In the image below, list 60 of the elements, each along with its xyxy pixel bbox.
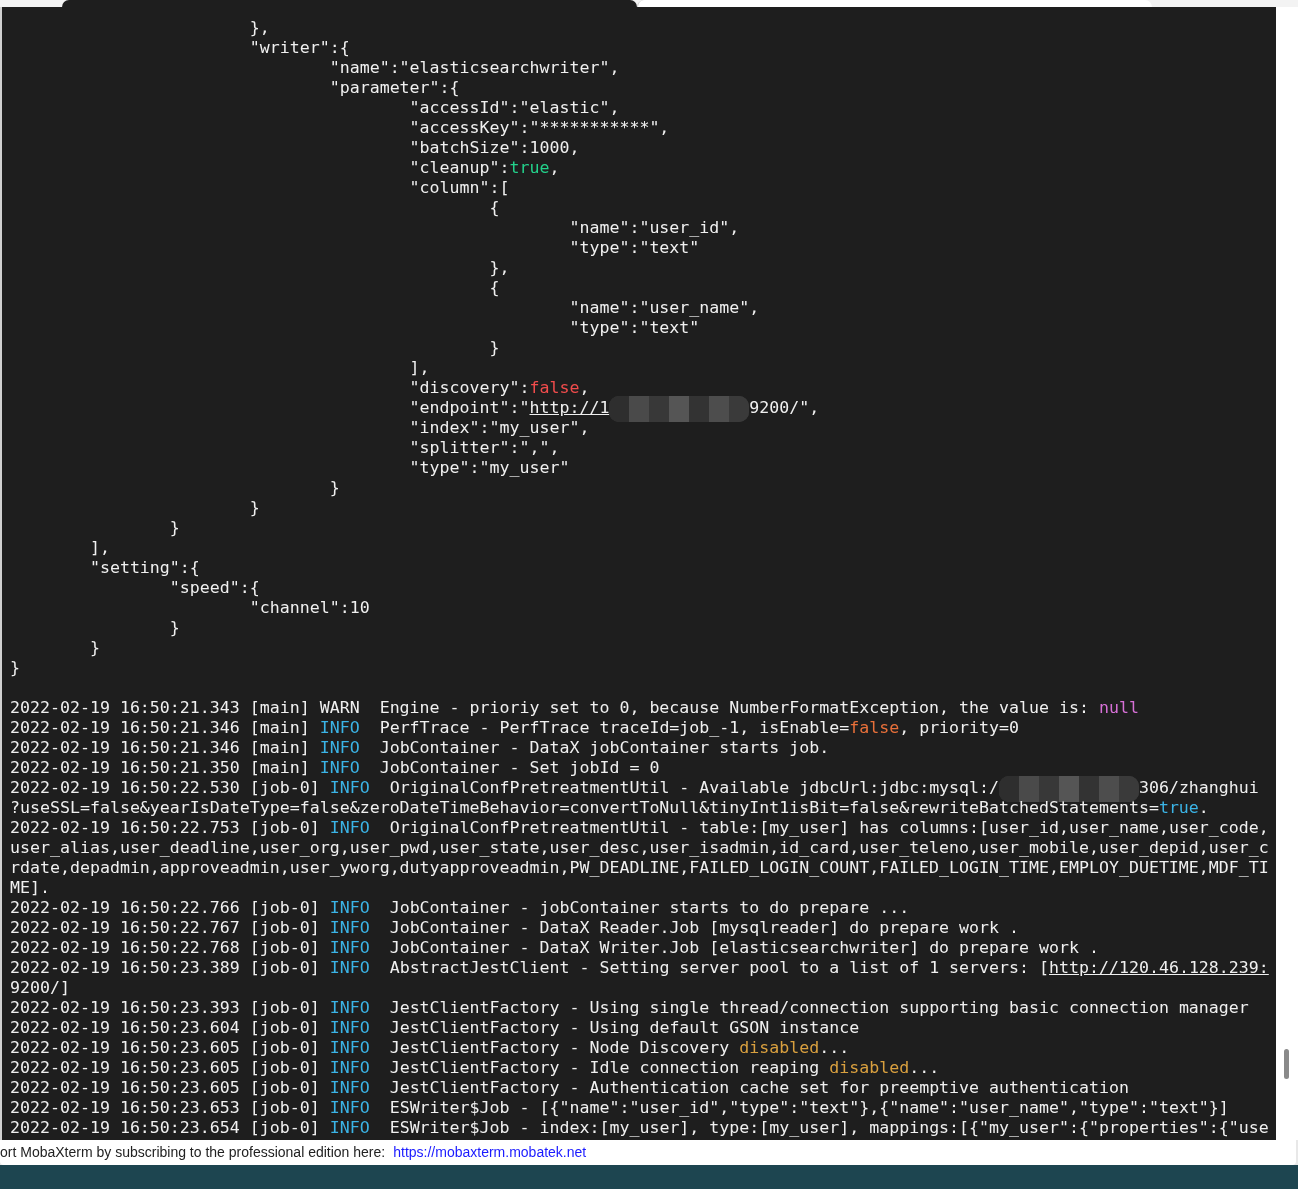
terminal-line: 2022-02-19 16:50:22.753 [job-0] INFO OriginalConfPretreatmentUtil - table:[my_user] has columns:[user_id,user_name,user_code,	[10, 818, 1269, 838]
terminal-line: "type":"text"	[568, 318, 700, 338]
terminal-line: "cleanup":true,	[408, 158, 560, 178]
url-link[interactable]: http://120.46.128.239:	[1049, 958, 1269, 977]
terminal-line: {	[488, 198, 500, 218]
terminal-line: user_alias,user_deadline,user_org,user_pwd,user_state,user_desc,user_isadmin,id_card,user_teleno,user_mobile,user_depid,user_c	[10, 838, 1269, 858]
url-link[interactable]: http://1	[529, 398, 610, 417]
terminal-line: "type":"text"	[568, 238, 700, 258]
terminal-line: ?useSSL=false&yearIsDateType=false&zeroDateTimeBehavior=convertToNull&tinyInt1isBit=false&rewriteBatchedStatements=true.	[10, 798, 1209, 818]
terminal-line: },	[488, 258, 510, 278]
terminal-line: 2022-02-19 16:50:21.346 [main] INFO PerfTrace - PerfTrace traceId=job_-1, isEnable=false, priority=0	[10, 718, 1020, 738]
terminal-line: 2022-02-19 16:50:23.605 [job-0] INFO JestClientFactory - Idle connection reaping disabled...	[10, 1058, 940, 1078]
terminal-line: }	[248, 498, 260, 518]
scrollbar-thumb[interactable]	[1284, 1049, 1289, 1079]
terminal-line: "setting":{	[88, 558, 200, 578]
promo-text: ort MobaXterm by subscribing to the professional edition here:	[0, 1143, 386, 1162]
terminal-line: "speed":{	[168, 578, 260, 598]
terminal-line: "name":"user_name",	[568, 298, 760, 318]
terminal-line: 2022-02-19 16:50:23.393 [job-0] INFO JestClientFactory - Using single thread/connection supporting basic connection manager	[10, 998, 1249, 1018]
terminal-line: },	[248, 18, 270, 38]
terminal-line: 2022-02-19 16:50:23.389 [job-0] INFO AbstractJestClient - Setting server pool to a list of 1 servers: [http://120.46.128.239:	[10, 958, 1269, 978]
terminal-line: 2022-02-19 16:50:22.768 [job-0] INFO JobContainer - DataX Writer.Job [elasticsearchwriter] do prepare work .	[10, 938, 1099, 958]
terminal-line: 2022-02-19 16:50:22.530 [job-0] INFO OriginalConfPretreatmentUtil - Available jdbcUrl:jdbc:mysql:/ 306/zhanghui	[10, 778, 1259, 798]
terminal-line: }	[328, 478, 340, 498]
terminal-line: }	[168, 618, 180, 638]
terminal-line: 2022-02-19 16:50:23.605 [job-0] INFO JestClientFactory - Authentication cache set for preemptive authentication	[10, 1078, 1129, 1098]
terminal-line: ],	[88, 538, 110, 558]
terminal-line: "accessKey":"***********",	[408, 118, 670, 138]
terminal-line: }	[88, 638, 100, 658]
terminal-line: "splitter":",",	[408, 438, 560, 458]
terminal-line: 2022-02-19 16:50:22.767 [job-0] INFO JobContainer - DataX Reader.Job [mysqlreader] do prepare work .	[10, 918, 1020, 938]
terminal-line: "accessId":"elastic",	[408, 98, 620, 118]
terminal-line: 2022-02-19 16:50:23.653 [job-0] INFO ESWriter$Job - [{"name":"user_id","type":"text"},{"name":"user_name","type":"text"}]	[10, 1098, 1229, 1118]
terminal-line: "channel":10	[248, 598, 370, 618]
terminal-line: "discovery":false,	[408, 378, 590, 398]
terminal-line: "index":"my_user",	[408, 418, 590, 438]
terminal-line: "column":[	[408, 178, 510, 198]
terminal-line: {	[488, 278, 500, 298]
terminal-line: "batchSize":1000,	[408, 138, 580, 158]
terminal-line: }	[488, 338, 500, 358]
terminal-line: 2022-02-19 16:50:23.605 [job-0] INFO JestClientFactory - Node Discovery disabled...	[10, 1038, 850, 1058]
terminal-line: 2022-02-19 16:50:21.343 [main] WARN Engine - prioriy set to 0, because NumberFormatException, the value is: null	[10, 698, 1139, 718]
terminal-line: "endpoint":"http://1 9200/",	[10, 398, 820, 418]
terminal-line: }	[168, 518, 180, 538]
terminal-line: "name":"user_id",	[568, 218, 740, 238]
terminal-line: ],	[408, 358, 430, 378]
terminal-line: 2022-02-19 16:50:23.604 [job-0] INFO JestClientFactory - Using default GSON instance	[10, 1018, 860, 1038]
website-link[interactable]: https://mobaxterm.mobatek.net	[393, 1142, 587, 1163]
terminal-line: "name":"elasticsearchwriter",	[328, 58, 620, 78]
terminal-line: 2022-02-19 16:50:22.766 [job-0] INFO JobContainer - jobContainer starts to do prepare ...	[10, 898, 910, 918]
terminal-line: }	[10, 658, 20, 678]
terminal-line: rdate,depadmin,approveadmin,user_yworg,dutyapproveadmin,PW_DEADLINE,FAILED_LOGIN_COUNT,FAILED_LOGIN_TIME,EMPLOY_DUETIME,MDF_TI	[10, 858, 1269, 878]
terminal-line: ME].	[10, 878, 50, 898]
terminal-line: "parameter":{	[328, 78, 460, 98]
terminal-line: 2022-02-19 16:50:21.350 [main] INFO JobContainer - Set jobId = 0	[10, 758, 660, 778]
terminal-line: "writer":{	[248, 38, 350, 58]
terminal-line: 2022-02-19 16:50:21.346 [main] INFO JobContainer - DataX jobContainer starts job.	[10, 738, 830, 758]
terminal-line: "type":"my_user"	[408, 458, 570, 478]
terminal-line: 9200/]	[10, 978, 70, 998]
terminal-line: 2022-02-19 16:50:23.654 [job-0] INFO ESWriter$Job - index:[my_user], type:[my_user], mappings:[{"my_user":{"properties":{"use	[10, 1118, 1269, 1138]
